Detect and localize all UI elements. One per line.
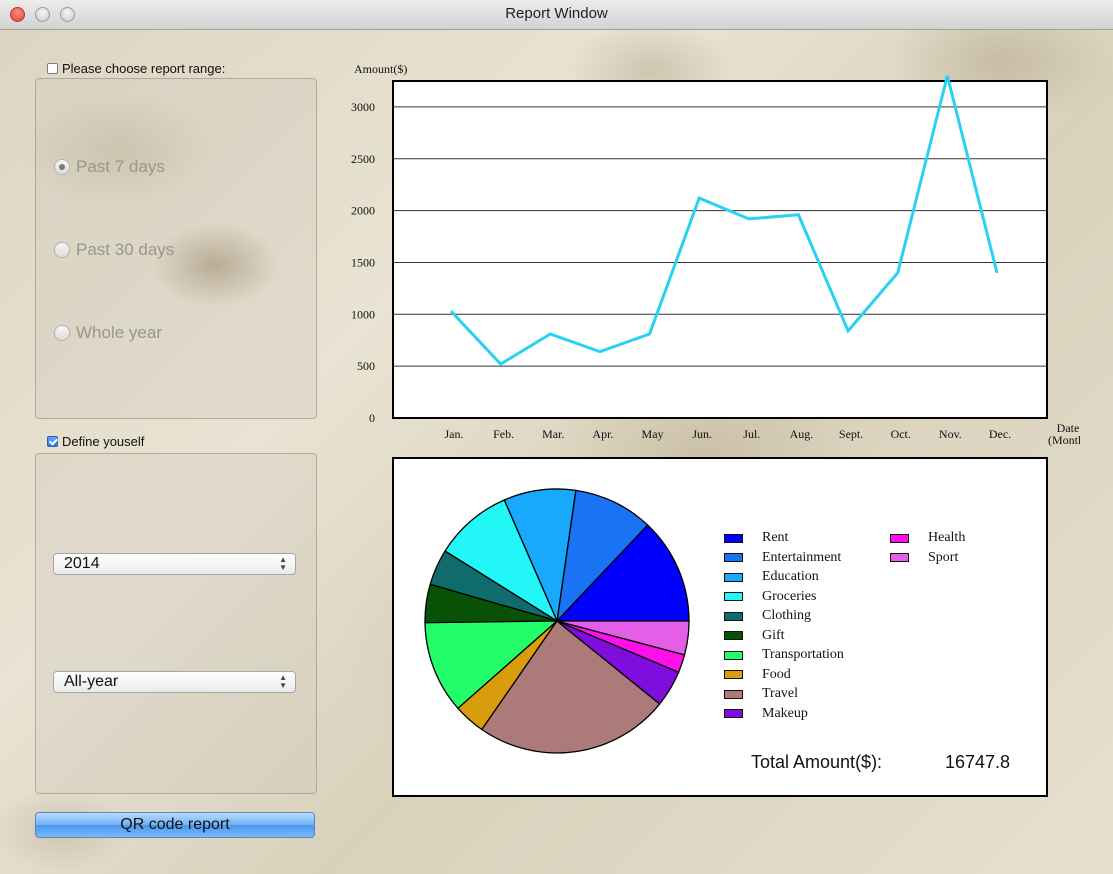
legend-swatch [724,533,743,543]
radio-label: Past 7 days [76,157,165,176]
report-range-checkbox[interactable] [47,63,58,74]
define-yourself-checkbox-row[interactable]: Define youself [47,434,144,449]
title-bar: Report Window [0,0,1113,30]
legend-swatch [724,689,743,699]
period-select[interactable]: All-year ▲ ▼ [53,671,296,693]
x-tick-label: Jun. [692,427,712,441]
y-tick-label: 2500 [351,152,375,166]
legend-label: Food [762,666,791,682]
legend-swatch [724,650,743,660]
legend-swatch [724,631,743,640]
legend-label: Rent [762,530,789,545]
legend-item: Clothing [724,608,811,624]
legend-item: Health [890,530,965,546]
x-tick-label: Mar. [542,427,564,441]
radio-button-icon[interactable] [54,242,70,258]
legend-swatch [724,572,743,582]
y-tick-label: 0 [369,411,375,425]
radio-whole-year[interactable]: Whole year [54,323,162,343]
legend-swatch [890,553,909,562]
x-tick-label: May [642,427,664,441]
radio-label: Whole year [76,323,162,342]
legend-item: Entertainment [724,550,841,566]
define-yourself-group [35,453,317,794]
report-range-checkbox-row[interactable]: Please choose report range: [47,61,225,76]
x-tick-label: Dec. [989,427,1011,441]
year-select-value: 2014 [64,555,100,572]
category-pie-chart [424,488,690,754]
legend-label: Health [928,530,966,545]
total-amount-value: 16747.8 [945,752,1011,772]
legend-item: Makeup [724,706,808,722]
x-tick-label: Feb. [493,427,514,441]
x-tick-label: Jul. [743,427,760,441]
legend-label: Entertainment [762,549,842,565]
radio-label: Past 30 days [76,240,175,259]
x-tick-label: Nov. [939,427,962,441]
x-tick-label: Apr. [592,427,613,441]
x-tick-label: Aug. [790,427,814,441]
y-tick-label: 1500 [351,255,375,269]
legend-label: Groceries [762,588,817,604]
window-title: Report Window [505,5,608,22]
legend-item: Transportation [724,647,844,663]
legend-item: Education [724,569,819,585]
legend-swatch [890,533,909,543]
legend-swatch [724,592,743,601]
x-tick-label: Oct. [891,427,911,441]
legend-label: Sport [928,549,959,565]
plot-area [392,80,1048,419]
legend-label: Gift [762,627,785,643]
up-down-arrows-icon: ▲ ▼ [279,673,287,690]
legend-item: Travel [724,686,798,702]
define-yourself-label: Define youself [62,434,145,449]
y-tick-label: 3000 [351,100,375,114]
y-axis-label: Amount($) [354,62,407,76]
legend-swatch [724,670,743,679]
legend-label: Clothing [762,608,812,623]
legend-item: Groceries [724,589,816,605]
legend-label: Travel [762,686,799,701]
report-window: Report Window Please choose report range… [0,0,1113,874]
year-select[interactable]: 2014 ▲ ▼ [53,553,296,575]
radio-button-icon[interactable] [54,159,70,175]
qr-code-report-button[interactable]: QR code report [35,812,315,838]
up-down-arrows-icon: ▲ ▼ [279,555,287,572]
y-tick-label: 500 [357,359,375,373]
legend-item: Sport [890,550,958,566]
legend-label: Transportation [762,647,844,662]
monthly-amount-line-chart: 0 500 1000 1500 2000 2500 3000 Jan. Feb. Mar. Apr.… [351,62,1080,447]
y-tick-label: 2000 [351,204,375,218]
legend-label: Education [762,569,819,584]
report-range-label: Please choose report range: [62,61,226,76]
x-tick-label: Jan. [445,427,464,441]
legend-item: Rent [724,530,788,546]
legend-swatch [724,611,743,621]
total-amount-label: Total Amount($): [751,752,883,772]
radio-past-7-days[interactable]: Past 7 days [54,157,165,177]
define-yourself-checkbox[interactable] [47,436,58,447]
legend-item: Gift [724,628,785,644]
legend-swatch [724,553,743,562]
period-select-value: All-year [64,673,119,690]
radio-button-icon[interactable] [54,325,70,341]
x-axis-label: (Month) [1048,433,1080,447]
x-tick-label: Sept. [839,427,863,441]
legend-swatch [724,709,743,718]
legend-item: Food [724,667,791,683]
y-tick-label: 1000 [351,307,375,321]
radio-past-30-days[interactable]: Past 30 days [54,240,174,260]
legend-label: Makeup [762,705,808,721]
